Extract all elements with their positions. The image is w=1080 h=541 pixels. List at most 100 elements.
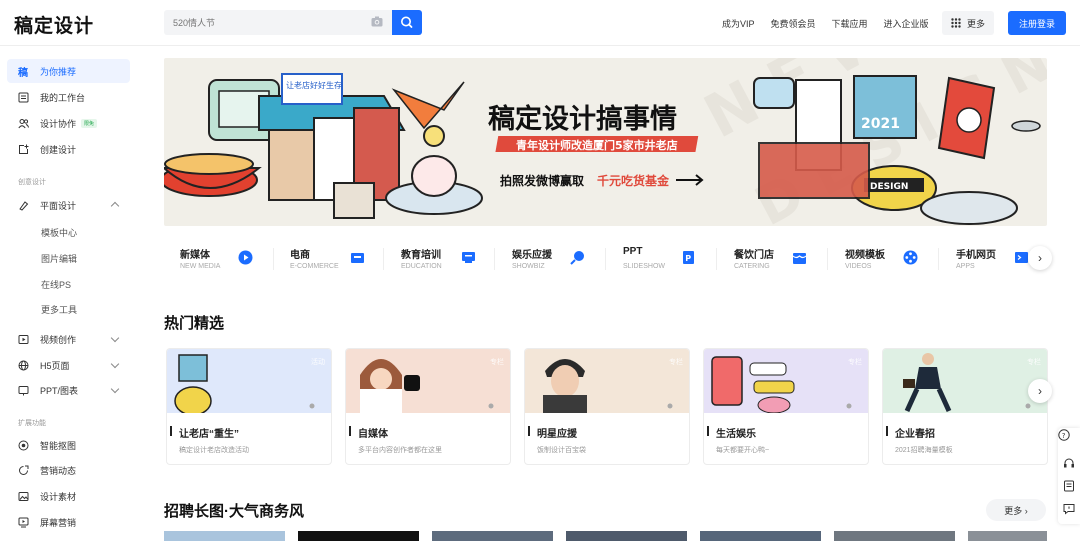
card-tag: 专栏 xyxy=(490,359,504,366)
banner-title: 稿定设计搞事情 xyxy=(488,103,677,135)
section-title-hot: 热门精选 xyxy=(164,315,225,332)
category-showbiz[interactable]: 娱乐应援 SHOWBIZ xyxy=(496,238,606,280)
help-icon[interactable]: ? xyxy=(1058,429,1070,441)
sidebar-item-video[interactable]: 视频创作 xyxy=(7,327,130,351)
sidebar-item-cutout[interactable]: 智能抠图 xyxy=(7,433,130,457)
screen-icon xyxy=(18,517,29,527)
card-thumbnail: 专栏 xyxy=(704,349,868,414)
sidebar-item-h5[interactable]: H5页面 xyxy=(7,353,130,377)
headset-icon[interactable] xyxy=(1063,456,1075,468)
sidebar-item-label: 平面设计 xyxy=(40,200,77,211)
category-new-media[interactable]: 新媒体 NEW MEDIA xyxy=(164,238,274,280)
category-subtitle: E-COMMERCE xyxy=(290,263,339,270)
category-videos[interactable]: 视频模板 VIDEOS xyxy=(829,238,939,280)
recruit-more-button[interactable]: 更多 › xyxy=(986,499,1046,521)
free-badge: 限免 xyxy=(81,118,98,128)
category-subtitle: CATERING xyxy=(734,263,770,270)
card-tag: 活动 xyxy=(311,359,325,366)
category-title: 电商 xyxy=(290,250,310,261)
card-tag: 专栏 xyxy=(669,359,683,366)
hot-card[interactable]: 专栏 生活娱乐 每天都要开心鸭~ xyxy=(703,348,869,465)
category-ecommerce[interactable]: 电商 E-COMMERCE xyxy=(274,238,384,280)
nav-download-app[interactable]: 下载应用 xyxy=(832,17,868,30)
more-menu-button[interactable]: 更多 xyxy=(942,11,994,35)
category-subtitle: SLIDESHOW xyxy=(623,263,666,270)
nav-free-member[interactable]: 免费领会员 xyxy=(771,17,816,30)
template-thumbnail[interactable] xyxy=(298,531,419,541)
cutout-icon xyxy=(18,440,29,450)
sidebar-item-label: 为你推荐 xyxy=(40,66,77,77)
document-icon[interactable] xyxy=(1063,479,1075,492)
template-thumbnail[interactable] xyxy=(834,531,955,541)
play-icon xyxy=(238,250,253,265)
sidebar-subitem-templates[interactable]: 模板中心 xyxy=(41,226,77,239)
search-box[interactable] xyxy=(164,10,392,35)
sidebar-item-create[interactable]: 创建设计 xyxy=(7,137,130,161)
category-ppt[interactable]: PPT SLIDESHOW P xyxy=(607,238,717,280)
category-next-button[interactable]: › xyxy=(1028,246,1052,270)
hero-banner[interactable]: N E W D E S I G N 让老店好好生存 稿定设计搞事情 青年设计师改… xyxy=(164,58,1047,226)
banner-design-text: DESIGN xyxy=(870,182,908,192)
sidebar-subitem-more-tools[interactable]: 更多工具 xyxy=(41,303,77,316)
sidebar-item-material[interactable]: 设计素材 xyxy=(7,484,130,508)
video-icon xyxy=(18,334,29,344)
banner-cta-highlight: 千元吃货基金 xyxy=(597,173,670,188)
template-thumbnail[interactable] xyxy=(700,531,821,541)
hot-card[interactable]: 专栏 自媒体 多平台内容创作者都在这里 xyxy=(345,348,511,465)
section-label-extend: 扩展功能 xyxy=(18,420,46,427)
ppt-file-icon: P xyxy=(683,251,694,264)
nav-vip[interactable]: 成为VIP xyxy=(722,17,755,30)
hot-next-button[interactable]: › xyxy=(1028,379,1052,403)
template-thumbnail[interactable] xyxy=(566,531,687,541)
hot-card[interactable]: 活动 让老店“重生” 稿定设计老店改造活动 xyxy=(166,348,332,465)
search-icon xyxy=(401,16,413,28)
category-title: 娱乐应援 xyxy=(512,250,552,261)
sidebar-subitem-image-edit[interactable]: 图片编辑 xyxy=(41,252,77,265)
chevron-right-icon: › xyxy=(1038,251,1042,265)
hot-card[interactable]: 专栏 明星应援 饭制设计百宝袋 xyxy=(524,348,690,465)
template-thumbnail[interactable] xyxy=(164,531,285,541)
search-input[interactable] xyxy=(164,10,354,35)
divider xyxy=(716,248,717,270)
register-login-button[interactable]: 注册登录 xyxy=(1008,11,1066,35)
sidebar-item-workspace[interactable]: 我的工作台 xyxy=(7,85,130,109)
team-icon xyxy=(18,118,29,128)
chevron-up-icon xyxy=(110,201,120,211)
category-subtitle: NEW MEDIA xyxy=(180,263,221,270)
card-title: 让老店“重生” xyxy=(170,425,239,440)
sidebar-item-screen[interactable]: 屏幕营销 xyxy=(7,510,130,534)
feedback-icon[interactable] xyxy=(1063,502,1075,515)
card-title: 自媒体 xyxy=(349,425,388,440)
banner-subtitle: 青年设计师改造厦门5家市井老店 xyxy=(516,138,678,152)
sidebar-item-label: H5页面 xyxy=(40,360,70,371)
card-description: 多平台内容创作者都在这里 xyxy=(358,447,442,454)
sidebar-item-label: 创建设计 xyxy=(40,144,77,155)
divider xyxy=(494,248,495,270)
sidebar-item-graphic[interactable]: 平面设计 xyxy=(7,193,130,217)
search-button[interactable] xyxy=(392,10,422,35)
sidebar-item-ppt[interactable]: PPT/图表 xyxy=(7,378,130,402)
nav-enterprise[interactable]: 进入企业版 xyxy=(884,17,929,30)
sidebar-item-recommend[interactable]: 稿 为你推荐 xyxy=(7,59,130,83)
brush-icon xyxy=(19,200,29,211)
template-thumbnail[interactable] xyxy=(968,531,1047,541)
app-logo[interactable]: 稿定设计 xyxy=(14,11,94,38)
sidebar-subitem-online-ps[interactable]: 在线PS xyxy=(41,278,71,291)
divider xyxy=(938,248,939,270)
more-label: 更多 xyxy=(966,18,985,29)
board-icon xyxy=(462,252,475,263)
card-thumbnail: 专栏 xyxy=(883,349,1047,413)
sidebar-item-marketing[interactable]: 营销动态 xyxy=(7,458,130,482)
sidebar-item-collab[interactable]: 设计协作 限免 xyxy=(7,111,130,135)
card-description: 稿定设计老店改造活动 xyxy=(179,447,249,454)
category-catering[interactable]: 餐饮门店 CATERING xyxy=(718,238,828,280)
camera-icon[interactable] xyxy=(371,16,383,27)
hot-card[interactable]: 专栏 企业春招 2021招聘海量模板 xyxy=(882,348,1048,465)
template-thumbnail[interactable] xyxy=(432,531,553,541)
category-education[interactable]: 教育培训 EDUCATION xyxy=(385,238,495,280)
top-bar: 稿定设计 成为VIP 免费领会员 下载应用 进入企业版 更多 注册登录 xyxy=(0,0,1080,46)
chevron-right-icon: › xyxy=(1038,384,1042,398)
divider xyxy=(383,248,384,270)
globe-icon xyxy=(18,360,29,370)
card-title: 生活娱乐 xyxy=(707,425,756,440)
